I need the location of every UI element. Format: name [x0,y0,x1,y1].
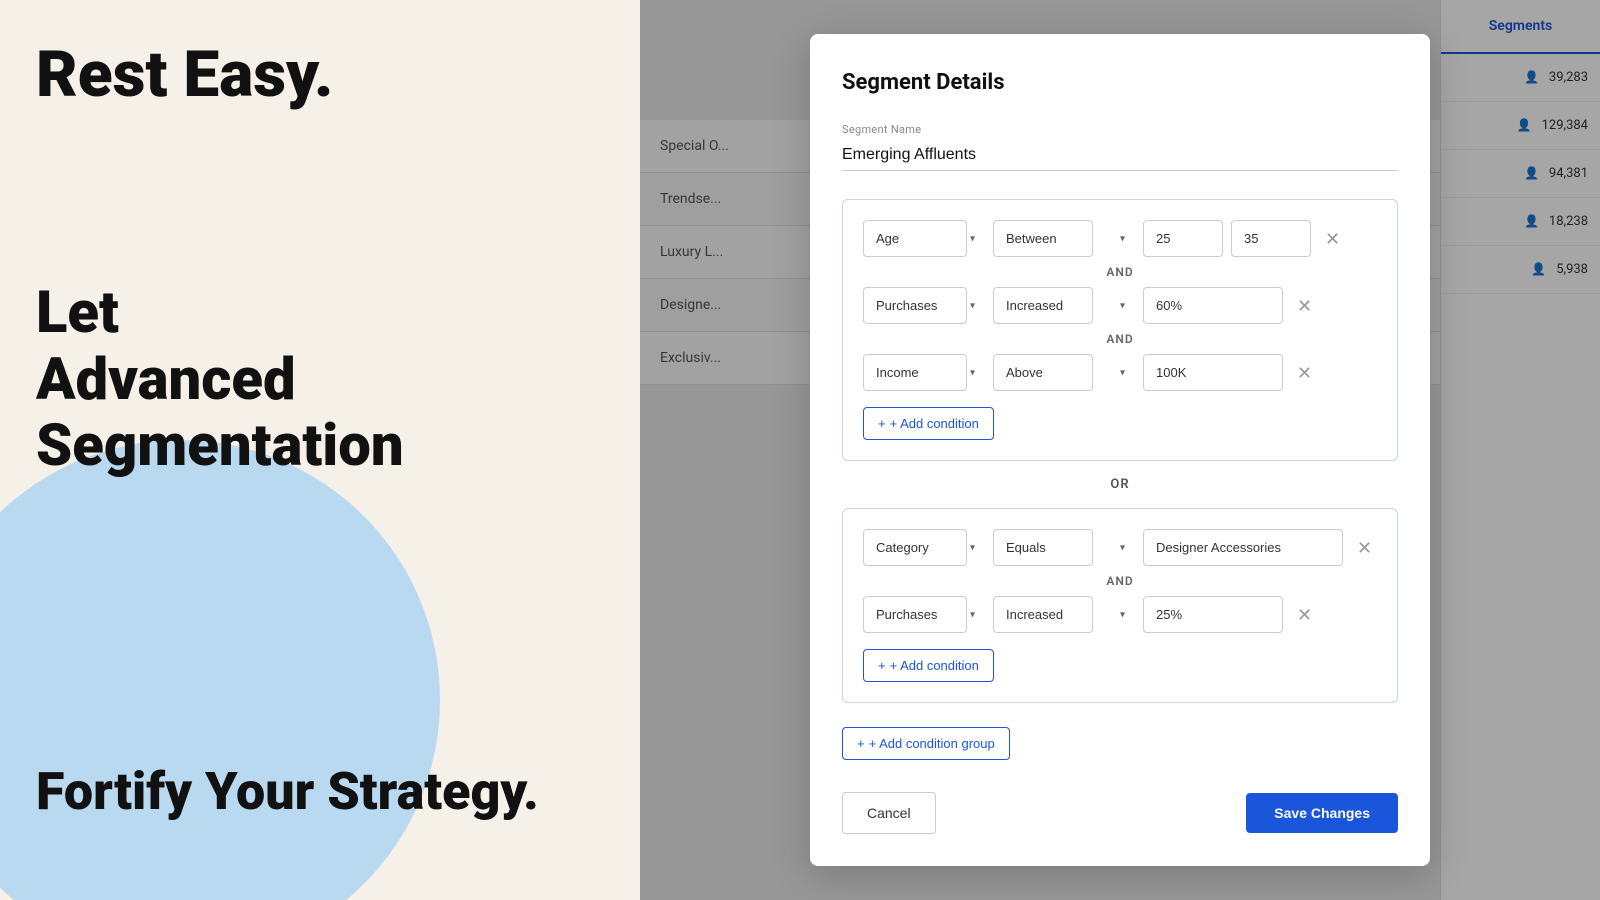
value-input-age-max[interactable] [1231,220,1311,257]
decorative-circle [0,440,440,900]
between-values [1143,220,1311,257]
headline-text: Rest Easy. [36,40,333,110]
value-input-category[interactable] [1143,529,1343,566]
field-select-wrapper-category: Age Purchases Income Category [863,529,983,566]
field-select-income[interactable]: Age Purchases Income Category [863,354,967,391]
operator-select-wrapper-above: Between Above Below Equals Increased [993,354,1133,391]
remove-condition-age[interactable]: ✕ [1321,226,1344,252]
field-select-wrapper-purchases-1: Age Purchases Income Category [863,287,983,324]
condition-group-2: Age Purchases Income Category Between Ab… [842,508,1398,703]
add-condition-label-1: + Add condition [890,416,979,431]
value-input-income[interactable] [1143,354,1283,391]
condition-group-1: Age Purchases Income Category Between Ab… [842,199,1398,461]
field-select-purchases-2[interactable]: Age Purchases Income Category [863,596,967,633]
and-separator-1: AND [863,265,1377,279]
condition-row-age: Age Purchases Income Category Between Ab… [863,220,1377,257]
operator-select-increased-1[interactable]: Between Above Below Equals Increased [993,287,1093,324]
value-input-purchases-1[interactable] [1143,287,1283,324]
value-input-age-min[interactable] [1143,220,1223,257]
condition-row-income: Age Purchases Income Category Between Ab… [863,354,1377,391]
operator-select-wrapper-equals: Between Above Below Equals Increased [993,529,1133,566]
plus-icon-1: + [878,416,886,431]
remove-condition-category[interactable]: ✕ [1353,535,1376,561]
modal-overlay: Segment Details Segment Name Age Purchas… [640,0,1600,900]
add-condition-group-button[interactable]: + + Add condition group [842,727,1010,760]
condition-row-purchases-2: Age Purchases Income Category Between Ab… [863,596,1377,633]
operator-select-wrapper-increased-2: Between Above Below Equals Increased [993,596,1133,633]
segment-details-modal: Segment Details Segment Name Age Purchas… [810,34,1430,866]
remove-condition-purchases-2[interactable]: ✕ [1293,602,1316,628]
left-panel: Rest Easy. LetAdvancedSegmentation Forti… [0,0,640,900]
add-condition-label-2: + Add condition [890,658,979,673]
add-condition-button-1[interactable]: + + Add condition [863,407,994,440]
add-condition-button-2[interactable]: + + Add condition [863,649,994,682]
right-panel: Special O... Trendse... Luxury L... Desi… [640,0,1600,900]
and-separator-3: AND [863,574,1377,588]
or-separator: OR [842,477,1398,492]
field-select-wrapper-income: Age Purchases Income Category [863,354,983,391]
modal-title: Segment Details [842,70,1398,95]
remove-condition-income[interactable]: ✕ [1293,360,1316,386]
operator-select-between[interactable]: Between Above Below Equals Increased [993,220,1093,257]
plus-icon-2: + [878,658,886,673]
plus-icon-group: + [857,736,865,751]
segment-name-input[interactable] [842,140,1398,171]
remove-condition-purchases-1[interactable]: ✕ [1293,293,1316,319]
condition-row-purchases-1: Age Purchases Income Category Between Ab… [863,287,1377,324]
cancel-button[interactable]: Cancel [842,792,936,834]
operator-select-equals[interactable]: Between Above Below Equals Increased [993,529,1093,566]
operator-select-above[interactable]: Between Above Below Equals Increased [993,354,1093,391]
field-select-wrapper-purchases-2: Age Purchases Income Category [863,596,983,633]
add-group-label: + Add condition group [869,736,995,751]
save-changes-button[interactable]: Save Changes [1246,793,1398,833]
field-select-age[interactable]: Age Purchases Income Category [863,220,967,257]
value-input-purchases-2[interactable] [1143,596,1283,633]
field-select-wrapper-age: Age Purchases Income Category [863,220,983,257]
and-separator-2: AND [863,332,1377,346]
operator-select-wrapper-increased-1: Between Above Below Equals Increased [993,287,1133,324]
segment-name-label: Segment Name [842,123,1398,136]
field-select-category[interactable]: Age Purchases Income Category [863,529,967,566]
operator-select-wrapper-between: Between Above Below Equals Increased [993,220,1133,257]
subheading-text: LetAdvancedSegmentation [36,280,404,480]
field-select-purchases-1[interactable]: Age Purchases Income Category [863,287,967,324]
modal-footer: Cancel Save Changes [842,792,1398,834]
tagline-text: Fortify Your Strategy. [36,763,539,820]
operator-select-increased-2[interactable]: Between Above Below Equals Increased [993,596,1093,633]
condition-row-category: Age Purchases Income Category Between Ab… [863,529,1377,566]
